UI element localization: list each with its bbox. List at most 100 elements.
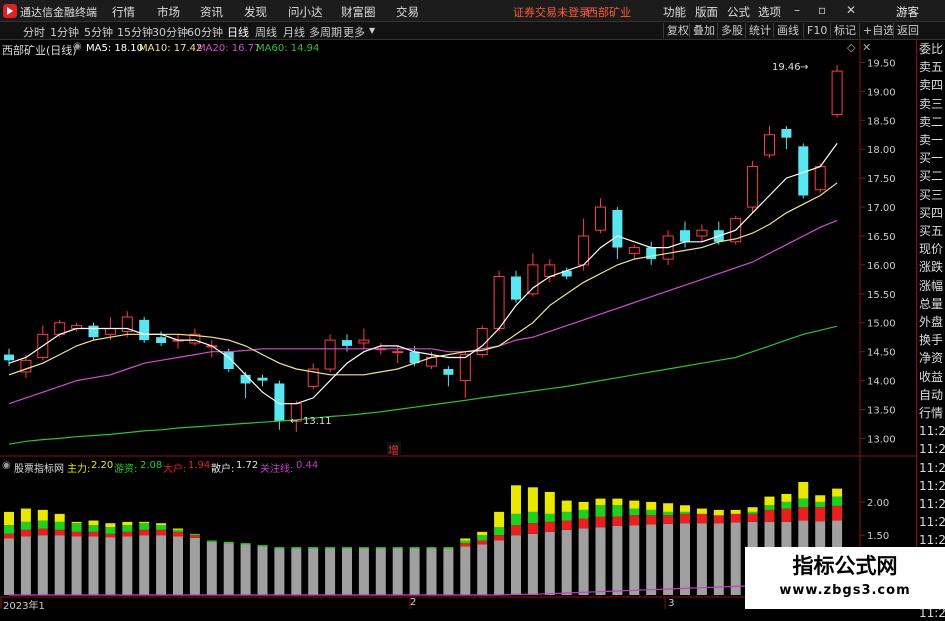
kline-chart[interactable]: 19.50 19.00 18.50 18.00 17.50 17.00 16.50 16.00…	[0, 40, 916, 609]
youzi-value: 2.08	[140, 460, 163, 471]
tab-60min[interactable]: 60分钟	[187, 24, 223, 40]
zhuli-bar	[71, 521, 82, 524]
menu-item-market[interactable]: 市场	[157, 4, 180, 20]
tab-more[interactable]: 更多	[343, 24, 365, 40]
candle-body-up	[831, 70, 843, 116]
candle-body-down	[612, 209, 623, 248]
overlay-button[interactable]: 叠加	[689, 23, 718, 38]
menu-item-news[interactable]: 资讯	[200, 4, 223, 20]
candle-body-up	[814, 166, 826, 191]
watermark-url: www.zbgs3.com	[779, 583, 911, 598]
sanhu-bar	[443, 548, 454, 595]
tab-intraday[interactable]: 分时	[23, 24, 45, 40]
side-panel-item: 换手	[919, 333, 944, 348]
candle-body-up	[628, 247, 640, 254]
tab-15min[interactable]: 15分钟	[117, 24, 153, 40]
zhuli-bar	[680, 505, 690, 512]
ma5-label: MA5: 18.10	[86, 43, 144, 54]
close-icon[interactable]: ✕	[846, 3, 856, 17]
zhuli-bar	[54, 513, 65, 522]
more-dropdown-icon[interactable]: ▼	[369, 26, 375, 35]
multi-stock-button[interactable]: 多股	[717, 23, 746, 38]
youzi-bar	[342, 547, 352, 549]
zhuli-bar	[646, 501, 657, 510]
menu-item-ask[interactable]: 问小达	[288, 4, 323, 20]
chart-settings-icon[interactable]: ◉	[73, 41, 82, 52]
youzi-bar	[223, 541, 234, 544]
draw-line-button[interactable]: 画线	[773, 23, 802, 38]
tab-daily[interactable]: 日线	[227, 24, 249, 40]
indicator-settings-icon[interactable]: ◉	[2, 460, 11, 471]
youzi-bar	[646, 509, 657, 516]
candle-body-down	[156, 337, 167, 343]
guanzhu-value: 0.44	[296, 460, 319, 471]
username[interactable]: 游客	[896, 4, 919, 20]
login-status[interactable]: 证券交易未登录	[513, 4, 590, 20]
dahu-bar	[54, 529, 65, 536]
dahu-bar	[477, 540, 488, 545]
chart-title: 西部矿业(日线)	[2, 44, 77, 57]
event-marker[interactable]: 增	[388, 443, 399, 457]
date-label-feb: 2	[410, 597, 417, 608]
youzi-bar	[578, 509, 589, 519]
tab-5min[interactable]: 5分钟	[84, 24, 113, 40]
tab-30min[interactable]: 30分钟	[152, 24, 188, 40]
side-panel-item: 卖四	[919, 78, 944, 93]
ma20-line	[8, 219, 838, 405]
youzi-bar	[291, 547, 302, 549]
back-button[interactable]: 返回	[893, 23, 922, 38]
youzi-bar	[798, 498, 809, 508]
high-price-label: 19.46	[772, 62, 801, 73]
chart-collapse-icon[interactable]: ◇	[847, 41, 855, 54]
side-panel-item: 卖二	[919, 114, 944, 129]
tab-multi-period[interactable]: 多周期	[309, 24, 342, 40]
side-panel-item: 委比	[919, 42, 944, 56]
chart-close-icon[interactable]: ✕	[862, 41, 871, 54]
dahu-bar	[189, 535, 200, 538]
zhuli-bar	[527, 487, 538, 512]
candle-body-down	[342, 340, 352, 346]
menu-item-layout[interactable]: 版面	[695, 4, 718, 20]
sanhu-bar	[105, 537, 116, 595]
candle-body-up	[392, 351, 404, 354]
sanhu-bar	[629, 525, 640, 595]
zhuli-bar	[578, 501, 589, 510]
candle-body-down	[443, 369, 454, 375]
menu-item-trade[interactable]: 交易	[396, 4, 419, 20]
ma20-label: MA20: 16.77	[197, 43, 261, 54]
menu-item-function[interactable]: 功能	[663, 4, 686, 20]
tab-1min[interactable]: 1分钟	[50, 24, 79, 40]
minimize-icon[interactable]: –	[794, 3, 800, 17]
menu-item-discover[interactable]: 发现	[244, 4, 267, 20]
side-panel-item: 11:29	[919, 533, 945, 548]
side-panel-item: 卖三	[919, 96, 944, 111]
tab-weekly[interactable]: 周线	[255, 24, 277, 40]
dahu-bar	[122, 531, 133, 537]
zhuli-bar	[730, 509, 741, 514]
restore-icon[interactable]: ▫	[818, 3, 826, 17]
side-panel-item: 11:29	[919, 424, 945, 439]
price-tick-label: 17.00	[867, 203, 896, 214]
menu-item-wealth[interactable]: 财富圈	[341, 4, 376, 20]
sanhu-bar	[274, 548, 285, 595]
add-watchlist-button[interactable]: +自选	[859, 23, 897, 38]
side-panel-item: 买五	[919, 224, 944, 238]
menu-item-formula[interactable]: 公式	[727, 4, 750, 20]
youzi-bar	[561, 511, 572, 521]
tab-monthly[interactable]: 月线	[283, 24, 305, 40]
sanhu-bar	[189, 537, 200, 595]
statistics-button[interactable]: 统计	[745, 23, 774, 38]
side-panel-item: 11:29	[919, 515, 945, 530]
dahu-bar	[764, 509, 775, 522]
adjust-button[interactable]: 复权	[663, 23, 692, 38]
mark-button[interactable]: 标记	[830, 23, 859, 38]
zhuli-bar	[20, 508, 31, 522]
dahu-bar	[561, 520, 572, 530]
dahu-bar	[71, 531, 82, 537]
menu-item-market-quote[interactable]: 行情	[112, 4, 135, 20]
ma60-line	[8, 325, 838, 445]
ma60-label: MA60: 14.94	[256, 43, 320, 54]
f10-button[interactable]: F10	[803, 23, 830, 38]
menu-item-options[interactable]: 选项	[758, 4, 781, 20]
youzi-bar	[325, 547, 336, 549]
